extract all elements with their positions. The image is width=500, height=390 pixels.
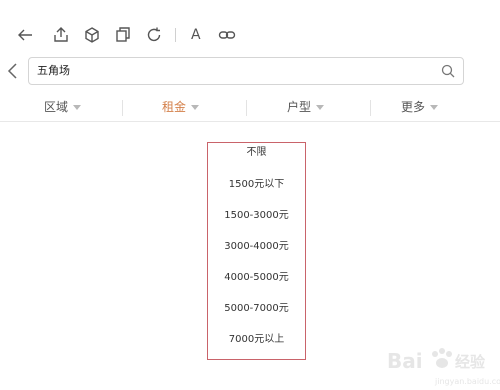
rent-dropdown: 不限 1500元以下 1500-3000元 3000-4000元 4000-50… (207, 142, 306, 360)
caret-down-icon (73, 105, 81, 110)
filter-tab-layout[interactable]: 户型 (243, 94, 368, 121)
filter-tab-more[interactable]: 更多 (357, 94, 482, 121)
filter-tab-rent[interactable]: 租金 (118, 94, 243, 121)
caret-down-icon (316, 105, 324, 110)
toolbar-divider (175, 28, 176, 42)
rent-option-any[interactable]: 不限 (208, 143, 305, 163)
link-icon[interactable] (218, 26, 236, 44)
filter-tab-label: 更多 (400, 100, 425, 114)
search-bar (0, 55, 500, 87)
svg-text:经验: 经验 (455, 353, 486, 371)
text-icon[interactable]: A (191, 26, 201, 44)
rent-option-over-7000[interactable]: 7000元以上 (208, 330, 305, 350)
cube-icon[interactable] (83, 26, 101, 44)
rent-option-4000-5000[interactable]: 4000-5000元 (208, 268, 305, 288)
search-icon[interactable] (441, 64, 455, 78)
rent-option-3000-4000[interactable]: 3000-4000元 (208, 237, 305, 257)
baidu-watermark: Bai 经验 jingyan.baidu.com (385, 342, 500, 390)
filter-bar: 区域 租金 户型 更多 (0, 94, 500, 122)
chevron-left-icon[interactable] (6, 61, 20, 81)
filter-tab-label: 户型 (286, 100, 311, 114)
filter-tab-district[interactable]: 区域 (0, 94, 125, 121)
svg-text:Bai: Bai (387, 349, 423, 373)
top-toolbar: A (0, 20, 500, 50)
rent-option-1500-3000[interactable]: 1500-3000元 (208, 206, 305, 226)
search-input[interactable] (37, 58, 417, 84)
refresh-icon[interactable] (145, 26, 163, 44)
search-box[interactable] (28, 57, 464, 85)
rent-option-under-1500[interactable]: 1500元以下 (208, 175, 305, 195)
svg-text:jingyan.baidu.com: jingyan.baidu.com (434, 377, 500, 386)
share-icon[interactable] (52, 26, 70, 44)
back-arrow-icon[interactable] (16, 26, 34, 44)
filter-tab-label: 区域 (43, 100, 68, 114)
caret-down-icon (191, 105, 199, 110)
caret-down-icon (430, 105, 438, 110)
filter-tab-label: 租金 (161, 100, 186, 114)
copy-icon[interactable] (114, 26, 132, 44)
rent-option-5000-7000[interactable]: 5000-7000元 (208, 299, 305, 319)
